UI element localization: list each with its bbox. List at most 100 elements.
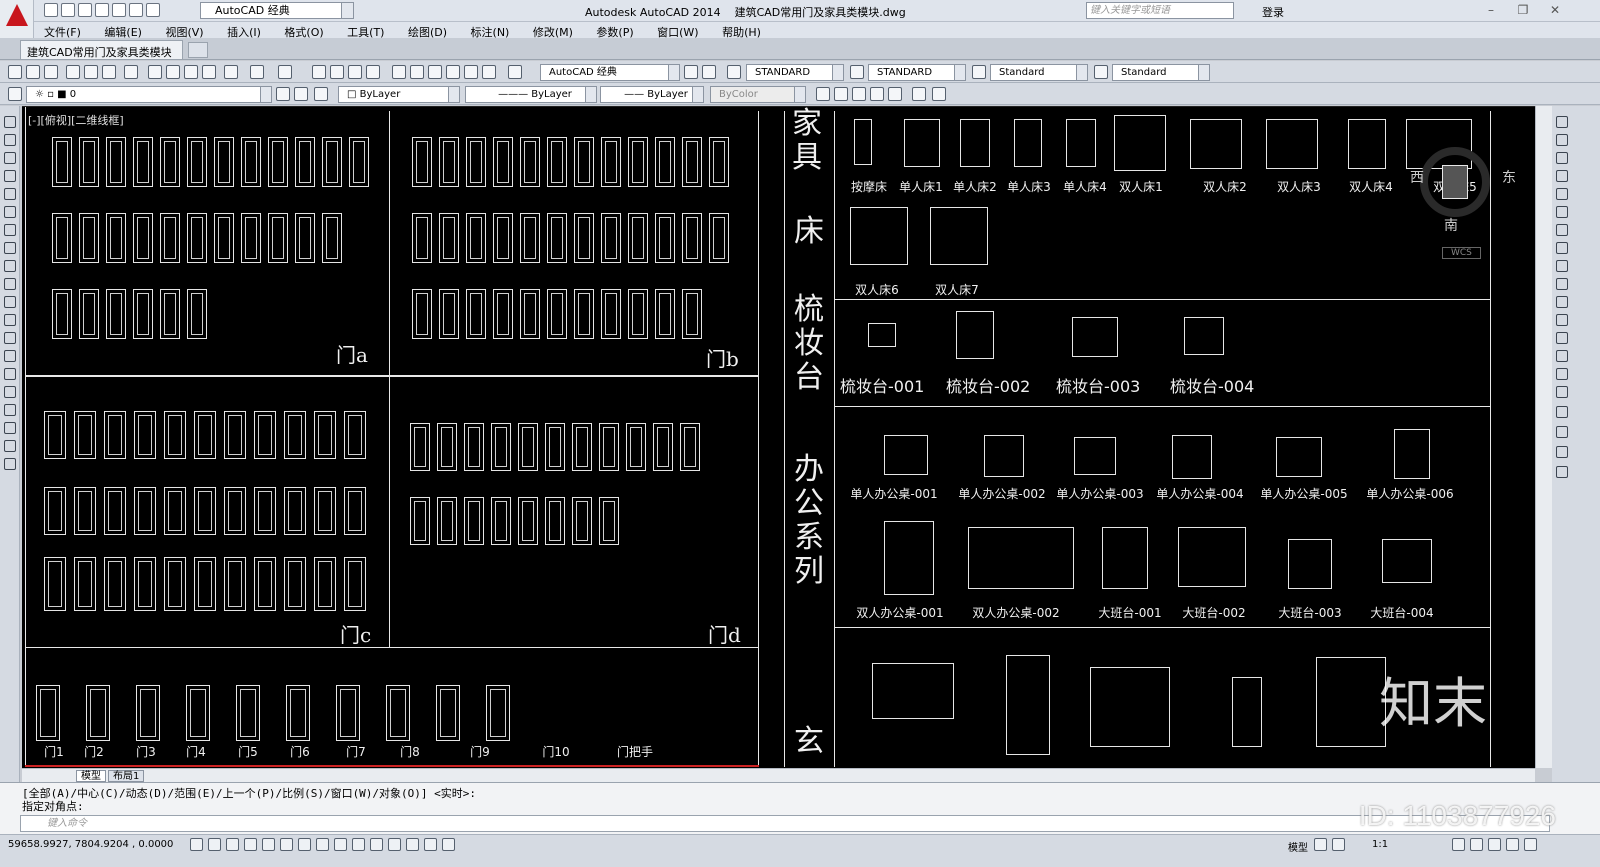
layer-previous-icon[interactable] xyxy=(294,87,308,101)
tool-palettes-icon[interactable] xyxy=(428,65,442,79)
extend-icon[interactable] xyxy=(1556,296,1568,308)
table-icon[interactable] xyxy=(4,422,16,434)
circle-icon[interactable] xyxy=(4,224,16,236)
match-properties-icon[interactable] xyxy=(202,65,216,79)
restore-icon[interactable]: ❐ xyxy=(1508,0,1538,20)
vertical-scrollbar[interactable] xyxy=(1535,106,1552,768)
zoom-previous-icon[interactable] xyxy=(366,65,380,79)
drawing-canvas[interactable]: [-][俯视][二维线框] 门a 门b 门c 门d 门1 门2 门3 门4 门5… xyxy=(22,106,1535,768)
construction-line-icon[interactable] xyxy=(4,134,16,146)
3d-dwf-icon[interactable] xyxy=(124,65,138,79)
move-icon[interactable] xyxy=(1556,206,1568,218)
make-block-icon[interactable] xyxy=(4,332,16,344)
redo-icon[interactable] xyxy=(278,65,292,79)
cut-icon[interactable] xyxy=(148,65,162,79)
tab-model[interactable]: 模型 xyxy=(76,770,106,782)
break-icon[interactable] xyxy=(1556,314,1568,326)
copy-icon[interactable] xyxy=(166,65,180,79)
add-selected-icon[interactable] xyxy=(4,458,16,470)
quick-properties-icon[interactable] xyxy=(406,838,419,851)
erase-icon[interactable] xyxy=(1556,116,1568,128)
make-current-icon[interactable] xyxy=(276,87,290,101)
clean-screen-icon[interactable] xyxy=(1524,838,1537,851)
quick-view-layouts-icon[interactable] xyxy=(1314,838,1327,851)
save-as-icon[interactable] xyxy=(95,3,109,17)
draw-order-icon[interactable] xyxy=(1556,406,1568,418)
workspace-combo[interactable]: AutoCAD 经典 xyxy=(540,64,680,81)
document-tab[interactable]: 建筑CAD常用门及家具类模块* × xyxy=(20,40,183,73)
lineweight-select[interactable]: —— ByLayer xyxy=(600,86,704,103)
measure-icon[interactable] xyxy=(1556,466,1568,478)
color-select[interactable]: □ ByLayer xyxy=(338,86,460,103)
dynamic-input-icon[interactable] xyxy=(352,838,365,851)
application-menu-button[interactable] xyxy=(0,0,34,38)
isolate-objects-icon[interactable] xyxy=(1506,838,1519,851)
mtext-icon[interactable] xyxy=(4,440,16,452)
compass-east[interactable]: 东 xyxy=(1502,167,1516,187)
layer-properties-icon[interactable] xyxy=(8,87,22,101)
dim-style-icon[interactable] xyxy=(850,65,864,79)
polar-tracking-icon[interactable] xyxy=(262,838,275,851)
annotation-monitor-icon[interactable] xyxy=(442,838,455,851)
light-icon[interactable] xyxy=(888,87,902,101)
group-icon[interactable] xyxy=(1556,426,1568,438)
markup-icon[interactable] xyxy=(464,65,478,79)
workspace-select[interactable]: AutoCAD 经典 xyxy=(200,2,354,19)
snap-mode-icon[interactable] xyxy=(208,838,221,851)
ungroup-icon[interactable] xyxy=(1556,446,1568,458)
stretch-icon[interactable] xyxy=(1556,260,1568,272)
point-icon[interactable] xyxy=(4,350,16,362)
object-snap-tracking-icon[interactable] xyxy=(316,838,329,851)
trim-icon[interactable] xyxy=(1556,278,1568,290)
zoom-window-icon[interactable] xyxy=(348,65,362,79)
polygon-icon[interactable] xyxy=(4,170,16,182)
save-icon[interactable] xyxy=(44,65,58,79)
tab-layout1[interactable]: 布局1 xyxy=(108,770,145,782)
grid-display-icon[interactable] xyxy=(226,838,239,851)
solid-edit-icon[interactable] xyxy=(912,87,926,101)
text-style-select[interactable]: STANDARD xyxy=(746,64,844,81)
properties-icon[interactable] xyxy=(392,65,406,79)
copy-object-icon[interactable] xyxy=(1556,134,1568,146)
undo-icon[interactable] xyxy=(250,65,264,79)
print-icon[interactable] xyxy=(112,3,126,17)
dynamic-ucs-icon[interactable] xyxy=(334,838,347,851)
gradient-icon[interactable] xyxy=(4,386,16,398)
view-icon[interactable] xyxy=(816,87,830,101)
chamfer-icon[interactable] xyxy=(1556,350,1568,362)
mleader-style-select[interactable]: Standard xyxy=(1112,64,1210,81)
redo-icon[interactable] xyxy=(146,3,160,17)
revcloud-icon[interactable] xyxy=(4,242,16,254)
annotation-scale[interactable]: 1:1 xyxy=(1372,839,1388,850)
plot-icon[interactable] xyxy=(66,65,80,79)
join-icon[interactable] xyxy=(1556,332,1568,344)
quick-view-drawings-icon[interactable] xyxy=(1332,838,1345,851)
pan-icon[interactable] xyxy=(312,65,326,79)
open-icon[interactable] xyxy=(26,65,40,79)
mirror-icon[interactable] xyxy=(1556,152,1568,164)
rotate-icon[interactable] xyxy=(1556,224,1568,236)
lineweight-icon[interactable] xyxy=(370,838,383,851)
region-icon[interactable] xyxy=(4,404,16,416)
new-icon[interactable] xyxy=(44,3,58,17)
rectangle-icon[interactable] xyxy=(4,188,16,200)
visual-style-icon[interactable] xyxy=(870,87,884,101)
arc-icon[interactable] xyxy=(4,206,16,218)
save-icon[interactable] xyxy=(78,3,92,17)
hardware-acceleration-icon[interactable] xyxy=(1488,838,1501,851)
transparency-icon[interactable] xyxy=(388,838,401,851)
undo-icon[interactable] xyxy=(129,3,143,17)
block-editor-icon[interactable] xyxy=(224,65,238,79)
new-icon[interactable] xyxy=(8,65,22,79)
help-search-input[interactable]: 键入关键字或短语 xyxy=(1086,2,1234,19)
line-icon[interactable] xyxy=(4,116,16,128)
design-center-icon[interactable] xyxy=(410,65,424,79)
ellipse-arc-icon[interactable] xyxy=(4,296,16,308)
selection-cycling-icon[interactable] xyxy=(424,838,437,851)
wcs-menu[interactable]: WCS xyxy=(1442,247,1481,259)
table-style-icon[interactable] xyxy=(972,65,986,79)
materials-icon[interactable] xyxy=(932,87,946,101)
horizontal-scrollbar[interactable]: 模型 布局1 xyxy=(22,768,1535,782)
object-snap-icon[interactable] xyxy=(280,838,293,851)
layer-state-icon[interactable] xyxy=(314,87,328,101)
